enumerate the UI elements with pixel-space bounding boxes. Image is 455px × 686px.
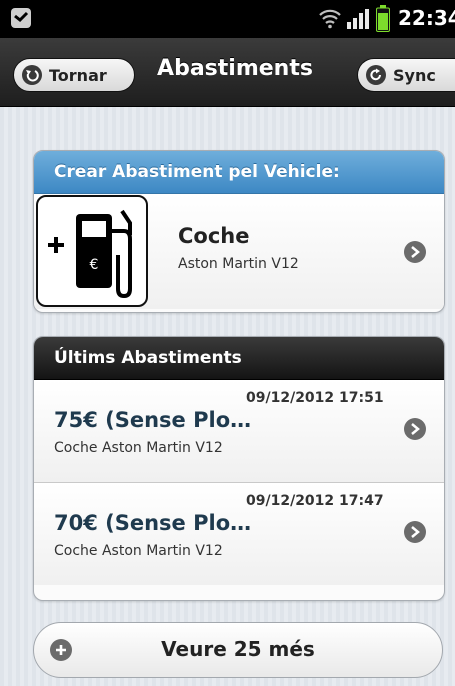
vehicle-item[interactable]: € Coche Aston Martin V12	[34, 194, 444, 309]
refuel-date: 09/12/2012 17:47	[246, 493, 384, 509]
sync-button[interactable]: Sync	[357, 58, 455, 92]
list-item[interactable]: 09/12/2012 17:47 70€ (Sense Plo… Coche A…	[34, 483, 444, 585]
vehicle-model: Aston Martin V12	[178, 256, 299, 272]
list-item[interactable]: 09/12/2012 17:51 75€ (Sense Plo… Coche A…	[34, 380, 444, 483]
chevron-right-icon	[404, 521, 426, 543]
svg-text:€: €	[90, 257, 99, 273]
back-button[interactable]: Tornar	[13, 58, 135, 92]
chevron-right-icon	[404, 241, 426, 263]
chevron-right-icon	[404, 418, 426, 440]
refuel-date: 09/12/2012 17:51	[246, 390, 384, 406]
back-arrow-icon	[22, 65, 42, 85]
page-title: Abastiments	[157, 56, 313, 81]
clock: 22:34	[398, 6, 455, 30]
signal-icon	[347, 9, 369, 29]
refuel-vehicle: Coche Aston Martin V12	[54, 543, 223, 559]
status-bar: 22:34	[0, 0, 455, 38]
action-bar: Tornar Abastiments Sync	[0, 38, 455, 107]
wifi-icon	[319, 9, 341, 29]
sync-label: Sync	[393, 65, 436, 85]
recent-refuels-header: Últims Abastiments	[34, 337, 444, 380]
create-refuel-header: Crear Abastiment pel Vehicle:	[34, 151, 444, 194]
back-label: Tornar	[49, 65, 107, 85]
fuel-pump-icon: €	[36, 195, 148, 307]
refuel-title: 70€ (Sense Plo…	[54, 511, 252, 535]
refuel-title: 75€ (Sense Plo…	[54, 408, 252, 432]
see-more-button[interactable]: Veure 25 més	[33, 622, 443, 678]
app-notification-icon	[11, 8, 31, 28]
main-content: Crear Abastiment pel Vehicle: € Coche As…	[0, 107, 455, 686]
create-refuel-card: Crear Abastiment pel Vehicle: € Coche As…	[33, 150, 445, 313]
refresh-icon	[366, 65, 386, 85]
vehicle-name: Coche	[178, 224, 250, 248]
refuel-vehicle: Coche Aston Martin V12	[54, 440, 223, 456]
recent-refuels-card: Últims Abastiments 09/12/2012 17:51 75€ …	[33, 336, 445, 601]
battery-icon	[376, 5, 390, 32]
see-more-label: Veure 25 més	[161, 637, 315, 661]
